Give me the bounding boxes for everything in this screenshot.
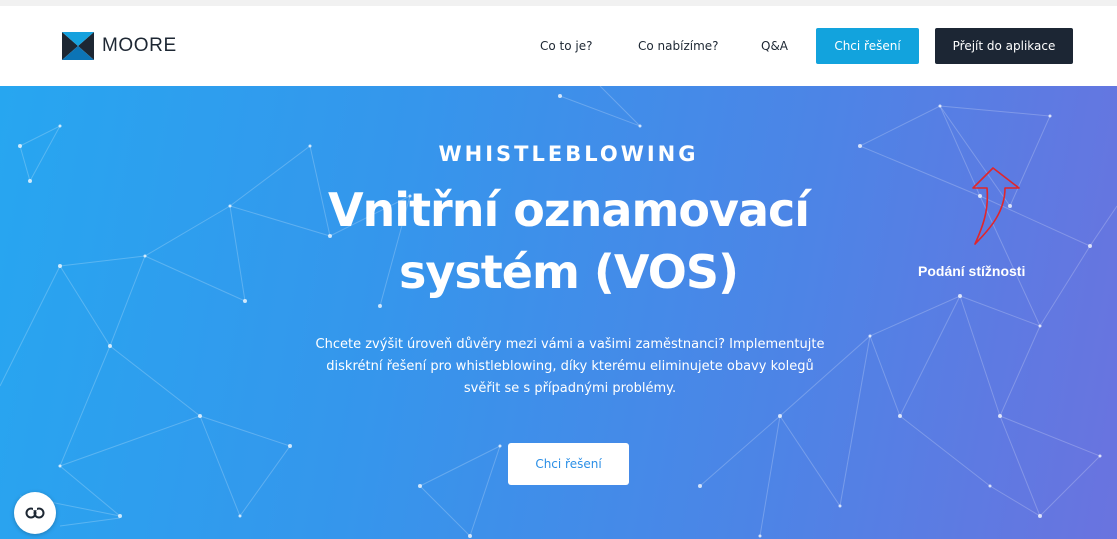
hero-eyebrow: WHISTLEBLOWING [438,142,699,166]
hero-title-line-1: Vnitřní oznamovací [327,183,810,237]
nav-item-qa[interactable]: Q&A [761,39,788,53]
cookie-settings-icon [25,507,45,519]
chci-reseni-hero-button[interactable]: Chci řešení [508,443,629,485]
hero-title: Vnitřní oznamovací systém (VOS) [300,179,837,303]
hero-section: WHISTLEBLOWING Vnitřní oznamovací systém… [0,86,1117,539]
nav-item-co-to-je[interactable]: Co to je? [540,39,592,53]
arrow-up-outline-icon [972,167,1020,245]
hero-description: Chcete zvýšit úroveň důvěry mezi vámi a … [290,334,850,400]
brand-name: MOORE [102,35,177,56]
chci-reseni-header-button[interactable]: Chci řešení [816,28,919,64]
moore-logo-icon [62,32,94,60]
hero-description-line-2: diskrétní řešení pro whistleblowing, dík… [326,359,814,374]
cookie-settings-button[interactable] [14,492,56,534]
hero-description-line-1: Chcete zvýšit úroveň důvěry mezi vámi a … [315,337,825,352]
page: MOORE Co to je? Co nabízíme? Q&A Chci ře… [0,0,1117,539]
brand-logo[interactable]: MOORE [62,32,177,60]
site-header: MOORE Co to je? Co nabízíme? Q&A Chci ře… [0,6,1117,86]
nav-item-co-nabizime[interactable]: Co nabízíme? [638,39,719,53]
hero-description-line-3: svěřit se s případnými problémy. [463,381,677,396]
hero-title-line-2: systém (VOS) [399,245,739,299]
annotation-label: Podání stížnosti [918,263,1026,279]
go-to-app-button[interactable]: Přejít do aplikace [935,28,1073,64]
